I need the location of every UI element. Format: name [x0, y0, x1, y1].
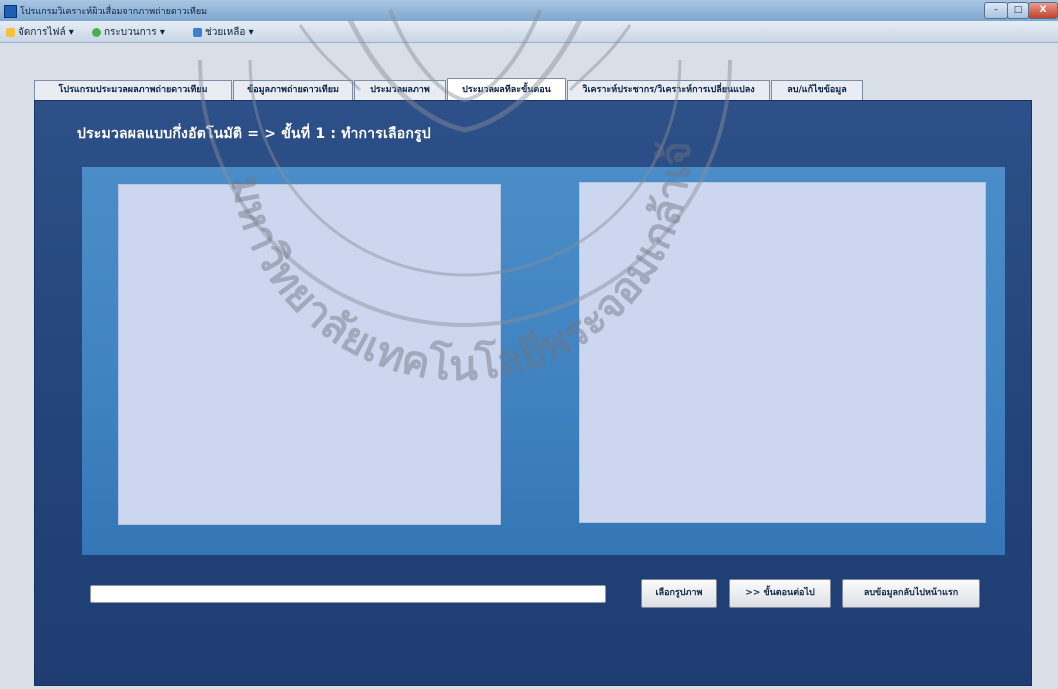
tab-satellite-data[interactable]: ข้อมูลภาพถ่ายดาวเทียม	[233, 80, 353, 100]
gear-icon	[92, 27, 101, 37]
page-title: ประมวลผลแบบกึ่งอัตโนมัติ = > ขั้นที่ 1 :…	[77, 126, 431, 142]
menu-file[interactable]: จัดการไฟล์ ▾	[6, 25, 74, 40]
minimize-icon: –	[993, 5, 999, 15]
image-path-field[interactable]	[90, 585, 606, 603]
next-step-button[interactable]: >> ขั้นตอนต่อไป	[729, 579, 831, 608]
maximize-button[interactable]: □	[1007, 2, 1029, 19]
title-bar: โปรแกรมวิเคราะห์ผิวเสื่อมจากภาพถ่ายดาวเท…	[0, 0, 1058, 21]
select-image-button[interactable]: เลือกรูปภาพ	[641, 579, 717, 608]
menu-process[interactable]: กระบวนการ ▾	[92, 25, 165, 40]
folder-icon	[6, 27, 15, 37]
maximize-icon: □	[1013, 5, 1023, 15]
result-image-box	[579, 182, 986, 523]
close-button[interactable]: X	[1028, 2, 1058, 19]
close-icon: X	[1039, 5, 1047, 15]
app-icon	[4, 5, 17, 18]
tab-edit-data[interactable]: ลบ/แก้ไขข้อมูล	[771, 80, 863, 100]
tab-analysis[interactable]: วิเคราะห์ประชากร/วิเคราะห์การเปลี่ยนแปลง	[567, 80, 770, 100]
help-icon	[193, 27, 202, 37]
tab-image-processing[interactable]: ประมวลผลภาพ	[354, 80, 446, 100]
tab-satellite-processing[interactable]: โปรแกรมประมวลผลภาพถ่ายดาวเทียม	[34, 80, 232, 100]
step-panel: ประมวลผลแบบกึ่งอัตโนมัติ = > ขั้นที่ 1 :…	[34, 100, 1032, 686]
menu-bar: จัดการไฟล์ ▾ กระบวนการ ▾ ช่วยเหลือ ▾	[0, 21, 1058, 43]
minimize-button[interactable]: –	[984, 2, 1008, 19]
tab-step-by-step[interactable]: ประมวลผลทีละขั้นตอน	[447, 78, 566, 101]
source-image-box	[118, 184, 501, 525]
window-title: โปรแกรมวิเคราะห์ผิวเสื่อมจากภาพถ่ายดาวเท…	[20, 7, 208, 17]
reset-button[interactable]: ลบข้อมูลกลับไปหน้าแรก	[842, 579, 980, 608]
image-area	[82, 167, 1005, 555]
menu-help[interactable]: ช่วยเหลือ ▾	[193, 25, 254, 40]
